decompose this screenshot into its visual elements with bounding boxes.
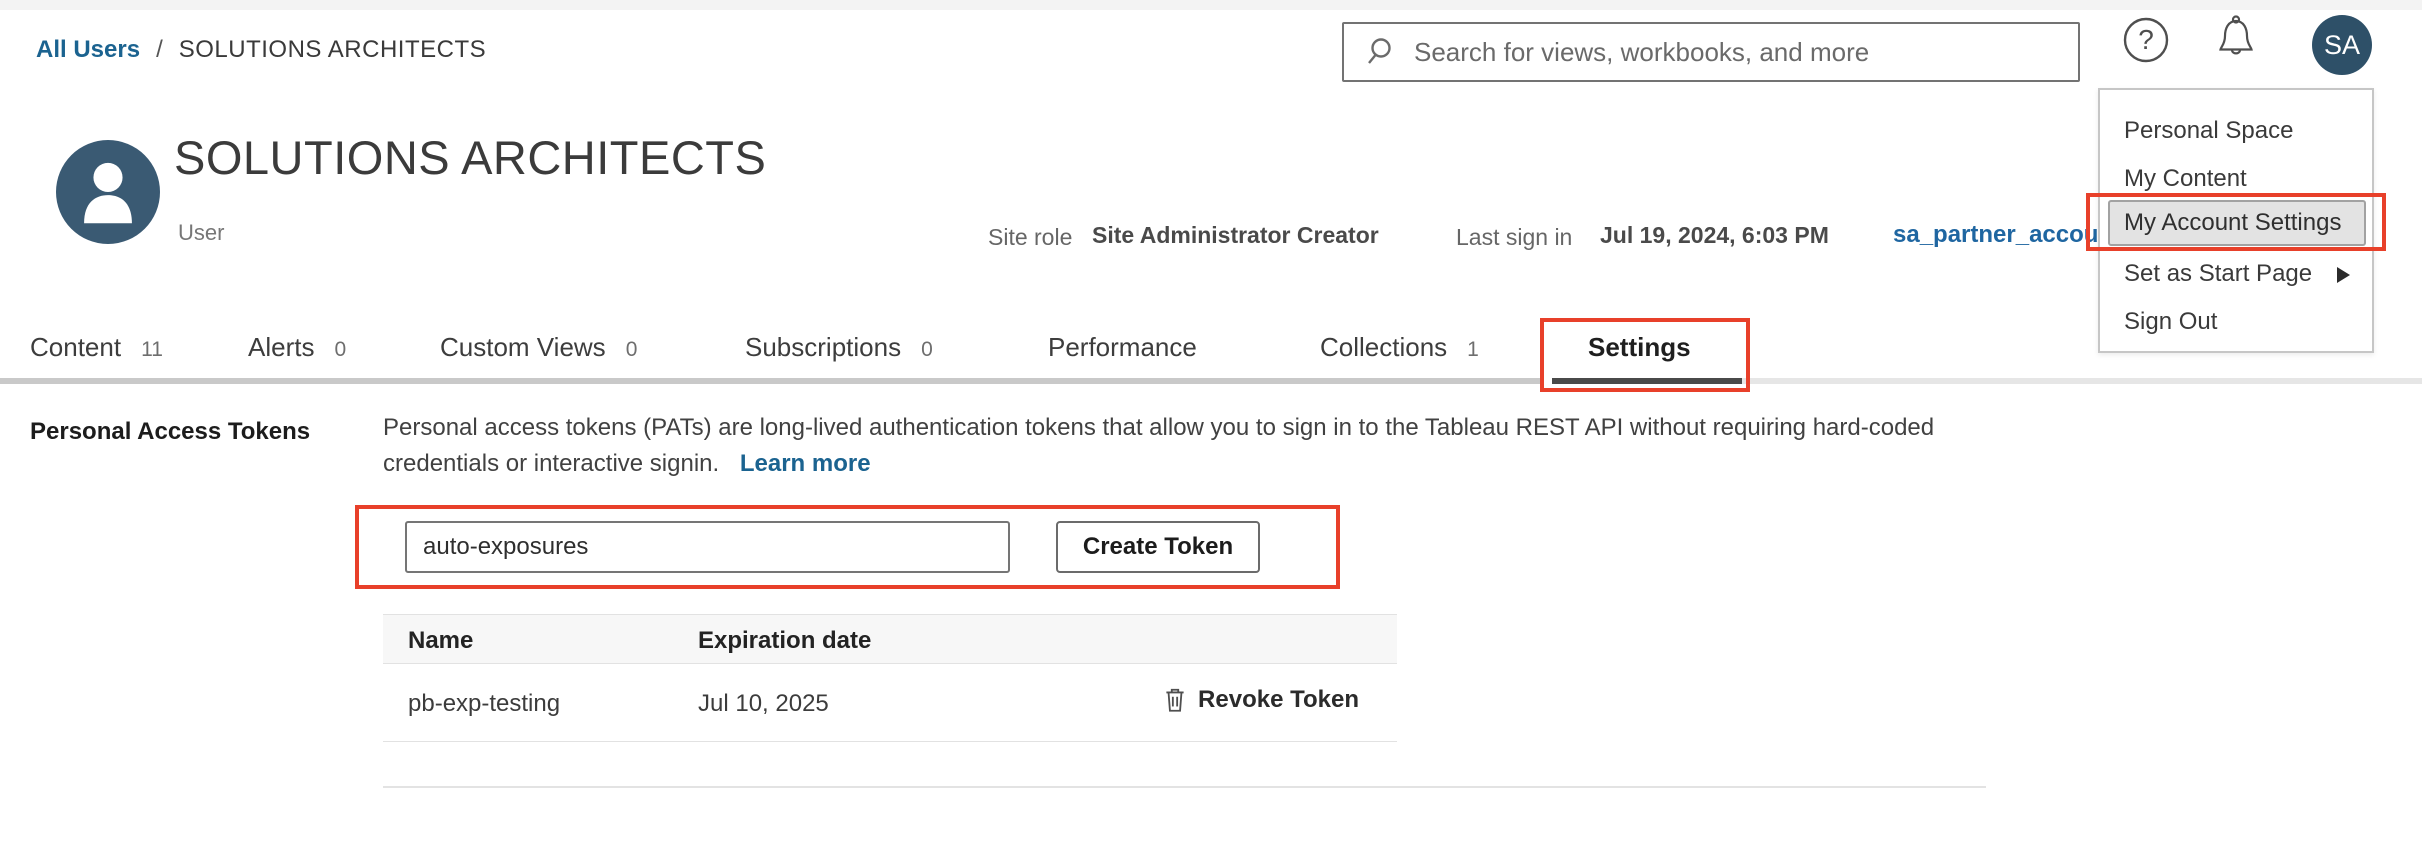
menu-item-set-as-start-page-label: Set as Start Page (2124, 260, 2312, 287)
search-input[interactable] (1414, 37, 2054, 68)
tab-collections-label: Collections (1320, 332, 1447, 363)
last-sign-in-value: Jul 19, 2024, 6:03 PM (1600, 222, 1829, 249)
active-tab-indicator (1552, 378, 1742, 384)
create-token-button[interactable]: Create Token (1056, 521, 1260, 573)
token-expiration-cell: Jul 10, 2025 (698, 690, 829, 718)
tab-settings-label: Settings (1588, 332, 1691, 363)
trash-icon (1162, 686, 1188, 714)
pat-description-line2: credentials or interactive signin. Learn… (383, 446, 2043, 482)
tab-content[interactable]: Content 11 (30, 332, 163, 363)
last-sign-in-label: Last sign in (1456, 224, 1572, 251)
user-avatar-button[interactable]: SA (2312, 15, 2372, 75)
page-title: SOLUTIONS ARCHITECTS (174, 130, 766, 185)
person-icon (56, 140, 160, 244)
token-name-cell: pb-exp-testing (408, 690, 560, 718)
breadcrumb-current: SOLUTIONS ARCHITECTS (179, 36, 486, 64)
tab-settings[interactable]: Settings (1588, 332, 1691, 363)
revoke-token-button[interactable]: Revoke Token (1162, 686, 1359, 714)
tab-custom-views-count: 0 (626, 338, 638, 362)
search-box[interactable] (1342, 22, 2080, 82)
tab-subscriptions-label: Subscriptions (745, 332, 901, 363)
menu-item-my-account-settings-label: My Account Settings (2124, 209, 2341, 237)
token-table-header: Name Expiration date (383, 614, 1397, 664)
notifications-button[interactable] (2212, 12, 2260, 60)
site-role-value: Site Administrator Creator (1092, 222, 1379, 249)
submenu-arrow-icon (2337, 267, 2350, 283)
search-icon (1364, 34, 1400, 70)
breadcrumb-separator: / (156, 36, 163, 64)
tab-subscriptions-count: 0 (921, 338, 933, 362)
top-strip (0, 0, 2422, 10)
menu-item-my-content[interactable]: My Content (2124, 165, 2247, 193)
menu-item-sign-out[interactable]: Sign Out (2124, 308, 2217, 336)
menu-item-personal-space[interactable]: Personal Space (2124, 117, 2293, 145)
account-menu: Personal Space My Content My Account Set… (2098, 88, 2374, 353)
tab-performance-label: Performance (1048, 332, 1197, 363)
tab-collections[interactable]: Collections 1 (1320, 332, 1479, 363)
profile-avatar (56, 140, 160, 244)
pat-description: Personal access tokens (PATs) are long-l… (383, 410, 2043, 482)
table-row: pb-exp-testing Jul 10, 2025 Revoke Token (383, 664, 1397, 742)
help-button[interactable]: ? (2122, 16, 2170, 64)
bell-icon (2212, 12, 2260, 60)
svg-text:?: ? (2138, 24, 2154, 55)
tab-subscriptions[interactable]: Subscriptions 0 (745, 332, 933, 363)
column-header-expiration-date: Expiration date (698, 627, 871, 655)
tab-alerts[interactable]: Alerts 0 (248, 332, 346, 363)
menu-item-my-account-settings[interactable]: My Account Settings (2108, 200, 2366, 246)
account-name-link[interactable]: sa_partner_accou (1893, 221, 2098, 249)
learn-more-link[interactable]: Learn more (740, 450, 871, 477)
profile-subtitle: User (178, 220, 224, 246)
tabbar-line (0, 378, 1544, 384)
pat-description-line1: Personal access tokens (PATs) are long-l… (383, 410, 2043, 446)
breadcrumb: All Users / SOLUTIONS ARCHITECTS (36, 36, 486, 64)
token-table: Name Expiration date pb-exp-testing Jul … (383, 614, 1397, 742)
tab-performance[interactable]: Performance (1048, 332, 1197, 363)
tab-custom-views-label: Custom Views (440, 332, 606, 363)
tab-content-label: Content (30, 332, 121, 363)
token-name-input[interactable] (405, 521, 1010, 573)
tab-collections-count: 1 (1467, 338, 1479, 362)
site-role-label: Site role (988, 224, 1072, 251)
menu-item-set-as-start-page[interactable]: Set as Start Page (2124, 260, 2350, 288)
revoke-token-label: Revoke Token (1198, 686, 1359, 714)
tab-alerts-count: 0 (334, 338, 346, 362)
column-header-name: Name (408, 627, 473, 655)
tab-custom-views[interactable]: Custom Views 0 (440, 332, 637, 363)
pat-description-line2-text: credentials or interactive signin. (383, 450, 719, 477)
tabbar-line-right (1742, 378, 2422, 384)
breadcrumb-all-users-link[interactable]: All Users (36, 36, 140, 64)
tab-content-count: 11 (141, 338, 163, 362)
tab-alerts-label: Alerts (248, 332, 314, 363)
section-label-personal-access-tokens: Personal Access Tokens (30, 418, 310, 446)
help-icon: ? (2122, 16, 2170, 64)
section-divider (383, 786, 1986, 788)
